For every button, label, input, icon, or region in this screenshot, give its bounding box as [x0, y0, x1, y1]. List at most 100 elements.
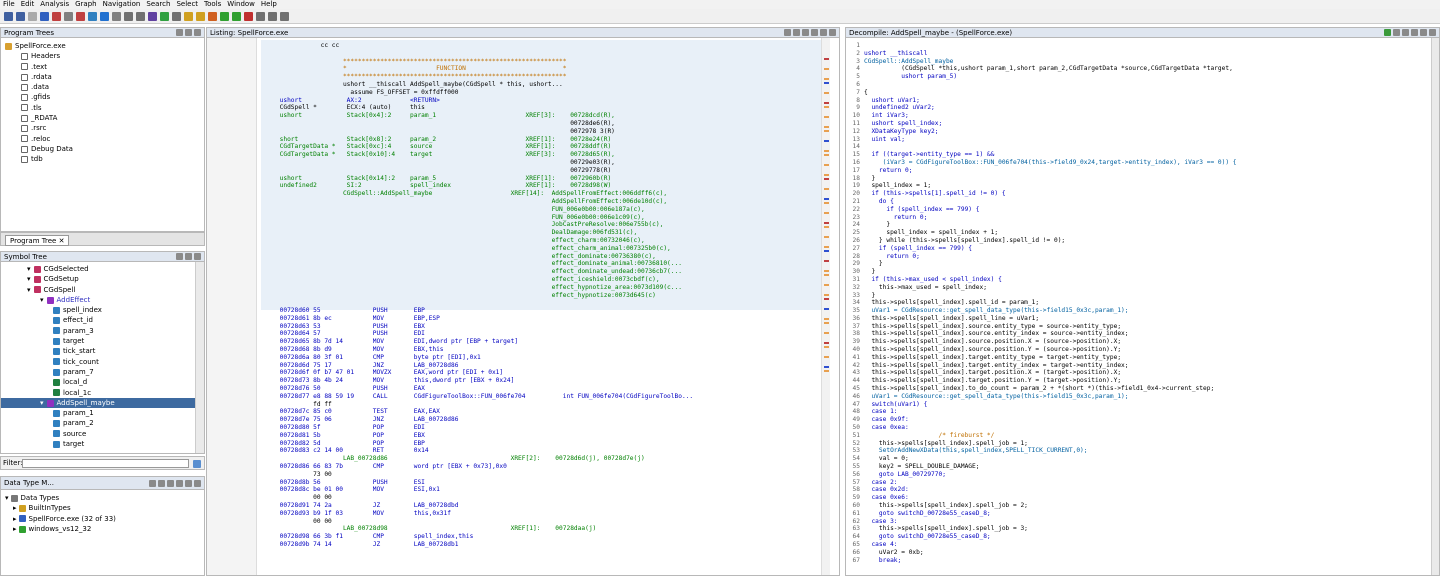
- menu-file[interactable]: File: [3, 0, 15, 9]
- close-icon[interactable]: [829, 29, 836, 36]
- listing-line[interactable]: 73 00: [261, 471, 821, 479]
- decompile-line[interactable]: this->spells[spell_index].target.entity_…: [864, 362, 1429, 370]
- listing-line[interactable]: effect_charm_animal:007325b0(c),: [261, 245, 821, 253]
- toolbar-button-icon[interactable]: [28, 11, 37, 21]
- decompile-line[interactable]: goto switchD_00728e55_caseD_8;: [864, 510, 1429, 518]
- decompile-scrollbar[interactable]: [1431, 38, 1439, 575]
- copy-icon[interactable]: [784, 29, 791, 36]
- decompile-line[interactable]: CGdSpell::AddSpell_maybe: [864, 58, 1429, 66]
- decompile-line[interactable]: }: [864, 221, 1429, 229]
- snapshot-icon[interactable]: [811, 29, 818, 36]
- decompile-line[interactable]: case 0xe6:: [864, 494, 1429, 502]
- listing-line[interactable]: 00728d61 8b ec MOV EBP,ESP: [261, 315, 821, 323]
- decompile-line[interactable]: this->spells[spell_index].source.entity_…: [864, 323, 1429, 331]
- listing-line[interactable]: 00729778(R): [261, 167, 821, 175]
- program-tree-item[interactable]: _RDATA: [21, 113, 204, 123]
- listing-line[interactable]: * FUNCTION *: [261, 65, 821, 73]
- listing-line[interactable]: effect_dominate_undead:00736cb7(...: [261, 268, 821, 276]
- listing-line[interactable]: 00728d73 8b 4b 24 MOV this,dword ptr [EB…: [261, 377, 821, 385]
- menu-edit[interactable]: Edit: [21, 0, 35, 9]
- menu-select[interactable]: Select: [176, 0, 198, 9]
- toolbar-button-icon[interactable]: [88, 11, 97, 21]
- symbol-tree-item[interactable]: ▾ CGdSpell: [1, 285, 204, 295]
- decompile-line[interactable]: spell_index = 1;: [864, 182, 1429, 190]
- decompile-line[interactable]: uVar2 = 0xb;: [864, 549, 1429, 557]
- listing-line[interactable]: FUN_006e0b00:006e1c09(c),: [261, 214, 821, 222]
- symbol-tree-item[interactable]: tick_count: [1, 357, 204, 367]
- decompile-line[interactable]: this->spells[spell_index].target.entity_…: [864, 354, 1429, 362]
- decompile-line[interactable]: [864, 81, 1429, 89]
- listing-line[interactable]: 00728d86 66 83 7b CMP word ptr [EBX + 0x…: [261, 463, 821, 471]
- symbol-tree-item[interactable]: param_2: [1, 418, 204, 428]
- decompile-line[interactable]: uint val;: [864, 136, 1429, 144]
- decompile-line[interactable]: spell_index = spell_index + 1;: [864, 229, 1429, 237]
- symbol-tree-item[interactable]: tick_start: [1, 346, 204, 356]
- decompile-line[interactable]: goto LAB_00729770;: [864, 471, 1429, 479]
- decompile-line[interactable]: case 4:: [864, 541, 1429, 549]
- listing-line[interactable]: LAB_00728d86 XREF[2]: 00728d6d(j), 00728…: [261, 455, 821, 463]
- restore-icon[interactable]: [185, 253, 192, 260]
- listing-line[interactable]: fd ff: [261, 401, 821, 409]
- decompile-line[interactable]: {: [864, 89, 1429, 97]
- symbol-tree-item[interactable]: param_1: [1, 408, 204, 418]
- filter-input[interactable]: [22, 459, 189, 468]
- decompile-line[interactable]: case 3:: [864, 518, 1429, 526]
- toolbar-button-icon[interactable]: [172, 11, 181, 21]
- program-tree-item[interactable]: Debug Data: [21, 144, 204, 154]
- listing-line[interactable]: 00728d82 5d POP EBP: [261, 440, 821, 448]
- listing-line[interactable]: CGdTargetData * Stack[0x10]:4 target XRE…: [261, 151, 821, 159]
- decompile-line[interactable]: [864, 42, 1429, 50]
- listing-line[interactable]: CGdSpell::AddSpell_maybe XREF[14]: AddSp…: [261, 190, 821, 198]
- listing-line[interactable]: 00728d6f 0f b7 47 01 MOVZX EAX,word ptr …: [261, 369, 821, 377]
- close-icon[interactable]: [194, 479, 201, 487]
- program-tree-item[interactable]: Headers: [21, 51, 204, 61]
- copy-icon[interactable]: [1402, 29, 1409, 36]
- menu-help[interactable]: Help: [261, 0, 277, 9]
- decompile-line[interactable]: return 0;: [864, 253, 1429, 261]
- decompile-line[interactable]: }: [864, 260, 1429, 268]
- menu-graph[interactable]: Graph: [75, 0, 96, 9]
- decompile-line[interactable]: if (spell_index == 799) {: [864, 245, 1429, 253]
- minimize-icon[interactable]: [185, 479, 192, 487]
- toolbar-button-icon[interactable]: [52, 11, 61, 21]
- menu-navigation[interactable]: Navigation: [103, 0, 141, 9]
- refresh-icon[interactable]: [1384, 29, 1391, 36]
- decompile-line[interactable]: int iVar3;: [864, 112, 1429, 120]
- listing-line[interactable]: 00728d80 5f POP EDI: [261, 424, 821, 432]
- listing-line[interactable]: ****************************************…: [261, 73, 821, 81]
- folder-icon[interactable]: [185, 29, 192, 36]
- listing-line[interactable]: DealDamage:006fd531(c),: [261, 229, 821, 237]
- import-icon[interactable]: [176, 253, 183, 260]
- listing-line[interactable]: JobCastPreResolve:006e755b(c),: [261, 221, 821, 229]
- filter-icon[interactable]: [176, 479, 183, 487]
- menu-icon[interactable]: [1420, 29, 1427, 36]
- toolbar-button-icon[interactable]: [76, 11, 85, 21]
- decompile-line[interactable]: } while (this->spells[spell_index].spell…: [864, 237, 1429, 245]
- close-icon[interactable]: [194, 253, 201, 260]
- decompile-line[interactable]: this->spells[spell_index].source.entity_…: [864, 330, 1429, 338]
- decompile-line[interactable]: uVar1 = CGdResource::get_spell_data_type…: [864, 393, 1429, 401]
- listing-line[interactable]: short Stack[0x8]:2 param_2 XREF[1]: 0072…: [261, 136, 821, 144]
- listing-line[interactable]: 00728d8b 56 PUSH ESI: [261, 479, 821, 487]
- listing-line[interactable]: 00728d65 8b 7d 14 MOV EDI,dword ptr [EBP…: [261, 338, 821, 346]
- listing-line[interactable]: effect_hypnotize:0073d645(c): [261, 292, 821, 300]
- tree-icon[interactable]: [176, 29, 183, 36]
- decompile-line[interactable]: return 0;: [864, 214, 1429, 222]
- program-tree-item[interactable]: .reloc: [21, 134, 204, 144]
- symbol-tree-item[interactable]: param_3: [1, 326, 204, 336]
- decompile-line[interactable]: ushort spell_index;: [864, 120, 1429, 128]
- decompile-line[interactable]: this->max_used = spell_index;: [864, 284, 1429, 292]
- decompile-line[interactable]: XDataKeyType key2;: [864, 128, 1429, 136]
- symbol-tree-item[interactable]: param_7: [1, 367, 204, 377]
- decompile-line[interactable]: this->spells[spell_index].spell_id = par…: [864, 299, 1429, 307]
- expand-icon[interactable]: ▾: [40, 398, 44, 408]
- symbol-tree-item[interactable]: ▾ AddSpell_maybe: [1, 397, 204, 409]
- symbol-tree-item[interactable]: effect_id: [1, 315, 204, 325]
- listing-line[interactable]: 00728d91 74 2a JZ LAB_00728dbd: [261, 502, 821, 510]
- expand-icon[interactable]: ▸: [13, 514, 17, 524]
- expand-icon[interactable]: ▾: [27, 274, 31, 284]
- decompile-line[interactable]: ushort __thiscall: [864, 50, 1429, 58]
- listing-line[interactable]: FUN_006e0b00:006e187a(c),: [261, 206, 821, 214]
- data-types-root[interactable]: ▾ Data Types: [5, 493, 204, 503]
- decompile-line[interactable]: if (spell_index == 799) {: [864, 206, 1429, 214]
